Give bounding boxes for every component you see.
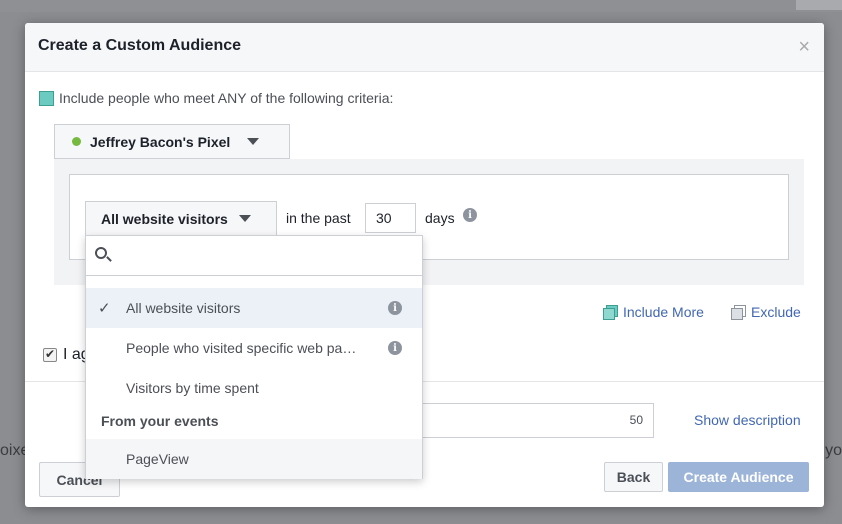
modal-header: Create a Custom Audience × <box>25 23 824 72</box>
pixel-selector-button[interactable]: Jeffrey Bacon's Pixel <box>54 124 290 159</box>
criteria-label: Include people who meet ANY of the follo… <box>59 90 394 106</box>
menu-item-label: Visitors by time spent <box>126 380 259 396</box>
in-the-past-label: in the past <box>286 210 351 226</box>
agree-row: I ag <box>43 346 90 364</box>
visitor-type-menu: ✓ All website visitors i People who visi… <box>85 235 423 479</box>
create-audience-button[interactable]: Create Audience <box>668 462 809 492</box>
modal-title: Create a Custom Audience <box>38 37 242 54</box>
exclude-stack-icon <box>731 305 746 320</box>
backdrop-right-text: yo <box>825 442 842 459</box>
checkmark-icon: ✓ <box>98 300 111 317</box>
visitor-type-dropdown[interactable]: All website visitors <box>85 201 277 236</box>
visitor-type-label: All website visitors <box>101 210 228 227</box>
info-icon[interactable]: i <box>388 301 402 315</box>
events-heading: From your events <box>101 413 219 429</box>
search-icon <box>95 247 107 259</box>
exclude-label: Exclude <box>751 304 801 320</box>
include-stack-icon <box>603 305 618 320</box>
include-square-icon <box>39 90 54 106</box>
info-icon[interactable]: i <box>388 341 402 355</box>
include-more-label: Include More <box>623 304 704 320</box>
menu-item-specific-pages[interactable]: People who visited specific web pa… i <box>86 328 422 368</box>
pixel-status-dot-icon <box>72 137 81 146</box>
menu-item-label: PageView <box>126 451 189 467</box>
back-button[interactable]: Back <box>604 462 663 492</box>
menu-item-label: All website visitors <box>126 300 241 316</box>
include-more-button[interactable]: Include More <box>603 304 704 320</box>
menu-item-all-visitors[interactable]: ✓ All website visitors i <box>86 288 422 328</box>
menu-item-time-spent[interactable]: Visitors by time spent <box>86 368 422 408</box>
menu-search <box>86 236 422 276</box>
chevron-down-icon <box>238 215 251 222</box>
backdrop-top <box>0 0 842 12</box>
criteria-row: Include people who meet ANY of the follo… <box>39 90 393 106</box>
custom-audience-modal: Create a Custom Audience × Include peopl… <box>25 23 824 507</box>
info-icon[interactable]: i <box>463 208 477 222</box>
close-icon[interactable]: × <box>798 37 810 57</box>
menu-item-label: People who visited specific web pa… <box>126 340 357 356</box>
menu-item-pageview[interactable]: PageView <box>86 439 422 479</box>
exclude-button[interactable]: Exclude <box>731 304 801 320</box>
days-label: days <box>425 210 455 226</box>
days-input[interactable]: 30 <box>365 203 416 233</box>
agree-checkbox[interactable] <box>43 347 57 362</box>
chevron-down-icon <box>247 138 260 145</box>
audience-name-field[interactable]: 50 <box>421 403 654 438</box>
pixel-name: Jeffrey Bacon's Pixel <box>90 133 231 150</box>
backdrop-tab <box>796 0 842 10</box>
show-description-link[interactable]: Show description <box>694 412 801 428</box>
menu-search-input[interactable] <box>116 241 411 269</box>
